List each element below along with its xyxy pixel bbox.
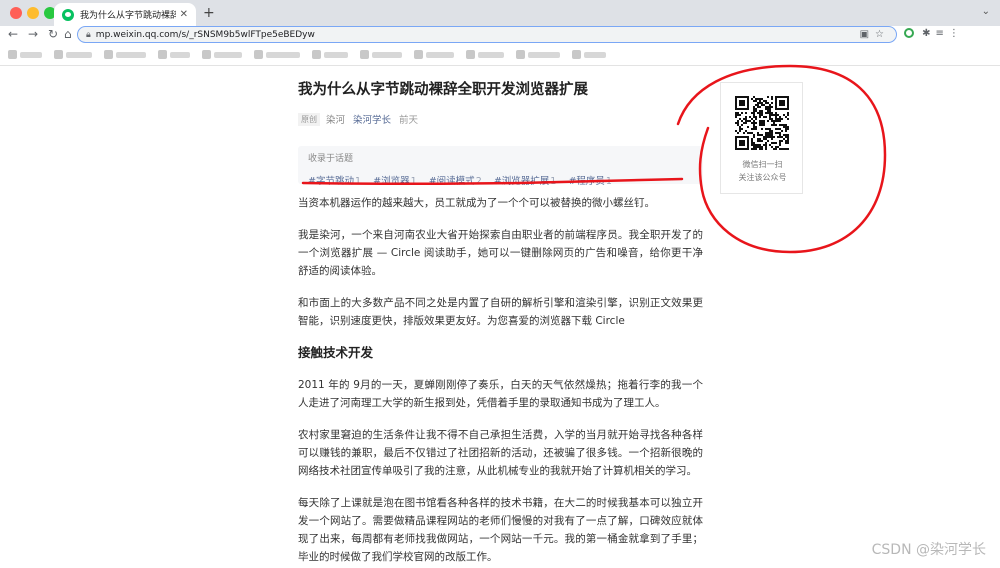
topic-name: #字节跳动	[308, 176, 354, 187]
browser-toolbar: ← → ↻ ⌂ 🔒︎ mp.weixin.qq.com/s/_rSNSM9b5w…	[0, 26, 1000, 44]
article-meta: 原创 染河 染河学长 前天	[298, 112, 710, 126]
bookmark-favicon-icon	[414, 50, 423, 59]
topics-label: 收录于话题	[308, 154, 354, 164]
bookmark-favicon-icon	[158, 50, 167, 59]
bookmark-favicon-icon	[572, 50, 581, 59]
bookmark-label-blurred	[584, 51, 606, 58]
bookmark-label-blurred	[20, 51, 42, 58]
bookmark-star-icon[interactable]: ▣☆	[860, 29, 890, 40]
bookmark-favicon-icon	[8, 50, 17, 59]
bookmark-item[interactable]	[202, 50, 242, 59]
bookmark-item[interactable]	[414, 50, 454, 59]
bookmark-favicon-icon	[360, 50, 369, 59]
home-icon[interactable]: ⌂	[64, 27, 72, 41]
circle-extension-icon[interactable]	[904, 28, 914, 38]
bookmark-item[interactable]	[8, 50, 42, 59]
section-heading: 接触技术开发	[298, 345, 374, 360]
author-name: 染河	[326, 115, 346, 126]
bookmarks-bar	[0, 44, 1000, 66]
bookmark-item[interactable]	[158, 50, 190, 59]
publish-date: 前天	[399, 115, 419, 126]
bookmark-item[interactable]	[104, 50, 146, 59]
new-tab-button[interactable]: +	[203, 5, 215, 21]
bookmark-label-blurred	[266, 51, 300, 58]
minimize-window-button[interactable]	[27, 7, 39, 19]
tab-close-icon[interactable]: ✕	[180, 9, 188, 20]
bookmark-favicon-icon	[104, 50, 113, 59]
close-window-button[interactable]	[10, 7, 22, 19]
paragraph: 当资本机器运作的越来越大，员工就成为了一个个可以被替换的微小螺丝钉。	[298, 197, 655, 209]
bookmark-item[interactable]	[54, 50, 92, 59]
topic-link[interactable]: #浏览器1	[373, 176, 417, 187]
paragraph: 每天除了上课就是泡在图书馆看各种各样的技术书籍，在大二的时候我基本可以独立开发一…	[298, 497, 703, 563]
bookmark-favicon-icon	[54, 50, 63, 59]
topic-count: 1	[550, 176, 557, 187]
bookmark-label-blurred	[528, 51, 560, 58]
qr-code-card: 微信扫一扫 关注该公众号	[720, 82, 803, 194]
browser-tab-strip: 我为什么从字节跳动裸辞全职开发... ✕ + ⌄	[0, 0, 1000, 26]
address-bar[interactable]: 🔒︎ mp.weixin.qq.com/s/_rSNSM9b5wlFTpe5eB…	[77, 26, 897, 43]
topic-name: #浏览器扩展	[493, 176, 550, 187]
paragraph: 我是染河，一个来自河南农业大省开始探索自由职业者的前端程序员。我全职开发了的一个…	[298, 229, 703, 277]
bookmark-favicon-icon	[254, 50, 263, 59]
topic-name: #浏览器	[373, 176, 410, 187]
topic-list: #字节跳动1 #浏览器1 #阅读模式2 #浏览器扩展1 #程序员1	[308, 169, 693, 188]
account-name-link[interactable]: 染河学长	[353, 112, 391, 126]
bookmark-item[interactable]	[254, 50, 300, 59]
bookmark-item[interactable]	[572, 50, 606, 59]
topic-name: #阅读模式	[428, 176, 475, 187]
forward-arrow-icon[interactable]: →	[28, 27, 38, 41]
bookmark-item[interactable]	[466, 50, 504, 59]
qr-caption-line2: 关注该公众号	[738, 173, 787, 182]
bookmark-label-blurred	[478, 51, 504, 58]
bookmark-label-blurred	[426, 51, 454, 58]
bookmark-item[interactable]	[516, 50, 560, 59]
topic-link[interactable]: #浏览器扩展1	[494, 176, 557, 187]
topics-box: 收录于话题 #字节跳动1 #浏览器1 #阅读模式2 #浏览器扩展1 #程序员1	[298, 146, 703, 187]
topic-count: 1	[354, 176, 362, 187]
paragraph: 和市面上的大多数产品不同之处是内置了自研的解析引擎和渲染引擎，识别正文效果更智能…	[298, 297, 703, 327]
original-badge: 原创	[298, 112, 320, 126]
bookmark-label-blurred	[116, 51, 146, 58]
wechat-favicon-icon	[62, 8, 74, 21]
qr-caption-line1: 微信扫一扫	[742, 160, 783, 169]
tab-title: 我为什么从字节跳动裸辞全职开发...	[80, 11, 176, 21]
reload-icon[interactable]: ↻	[48, 27, 58, 41]
topic-name: #程序员	[568, 176, 605, 187]
topic-link[interactable]: #程序员1	[568, 176, 612, 187]
url-text[interactable]: mp.weixin.qq.com/s/_rSNSM9b5wlFTpe5eBEDy…	[96, 30, 315, 40]
bookmark-label-blurred	[214, 51, 242, 58]
article-title: 我为什么从字节跳动裸辞全职开发浏览器扩展	[298, 82, 588, 98]
topic-link[interactable]: #阅读模式2	[429, 176, 482, 187]
bookmark-favicon-icon	[466, 50, 475, 59]
topic-count: 2	[475, 176, 482, 187]
bookmark-favicon-icon	[312, 50, 321, 59]
bookmark-favicon-icon	[202, 50, 211, 59]
topic-link[interactable]: #字节跳动1	[308, 176, 361, 187]
qr-code-icon	[735, 96, 789, 150]
bookmark-label-blurred	[324, 51, 348, 58]
browser-tab-active[interactable]: 我为什么从字节跳动裸辞全职开发... ✕	[54, 3, 196, 26]
bookmark-label-blurred	[170, 51, 190, 58]
paragraph: 农村家里窘迫的生活条件让我不得不自己承担生活费，入学的当月就开始寻找各种各样可以…	[298, 429, 703, 477]
back-arrow-icon[interactable]: ←	[8, 27, 18, 41]
topic-count: 1	[410, 176, 417, 187]
topic-count: 1	[605, 176, 612, 187]
bookmark-item[interactable]	[312, 50, 348, 59]
bookmark-favicon-icon	[516, 50, 525, 59]
lock-icon[interactable]: 🔒︎	[86, 30, 91, 40]
tab-search-chevron-icon[interactable]: ⌄	[982, 6, 990, 17]
bookmark-label-blurred	[66, 51, 92, 58]
article: 我为什么从字节跳动裸辞全职开发浏览器扩展 原创 染河 染河学长 前天 收录于话题…	[298, 80, 710, 566]
bookmark-item[interactable]	[360, 50, 402, 59]
paragraph: 2011 年的 9月的一天，夏蝉刚刚停了奏乐，白天的天气依然燥热；拖着行李的我一…	[298, 379, 703, 409]
extension-icons[interactable]: ✱≡⋮	[904, 28, 964, 39]
bookmark-label-blurred	[372, 51, 402, 58]
csdn-watermark: CSDN @染河学长	[871, 542, 986, 558]
